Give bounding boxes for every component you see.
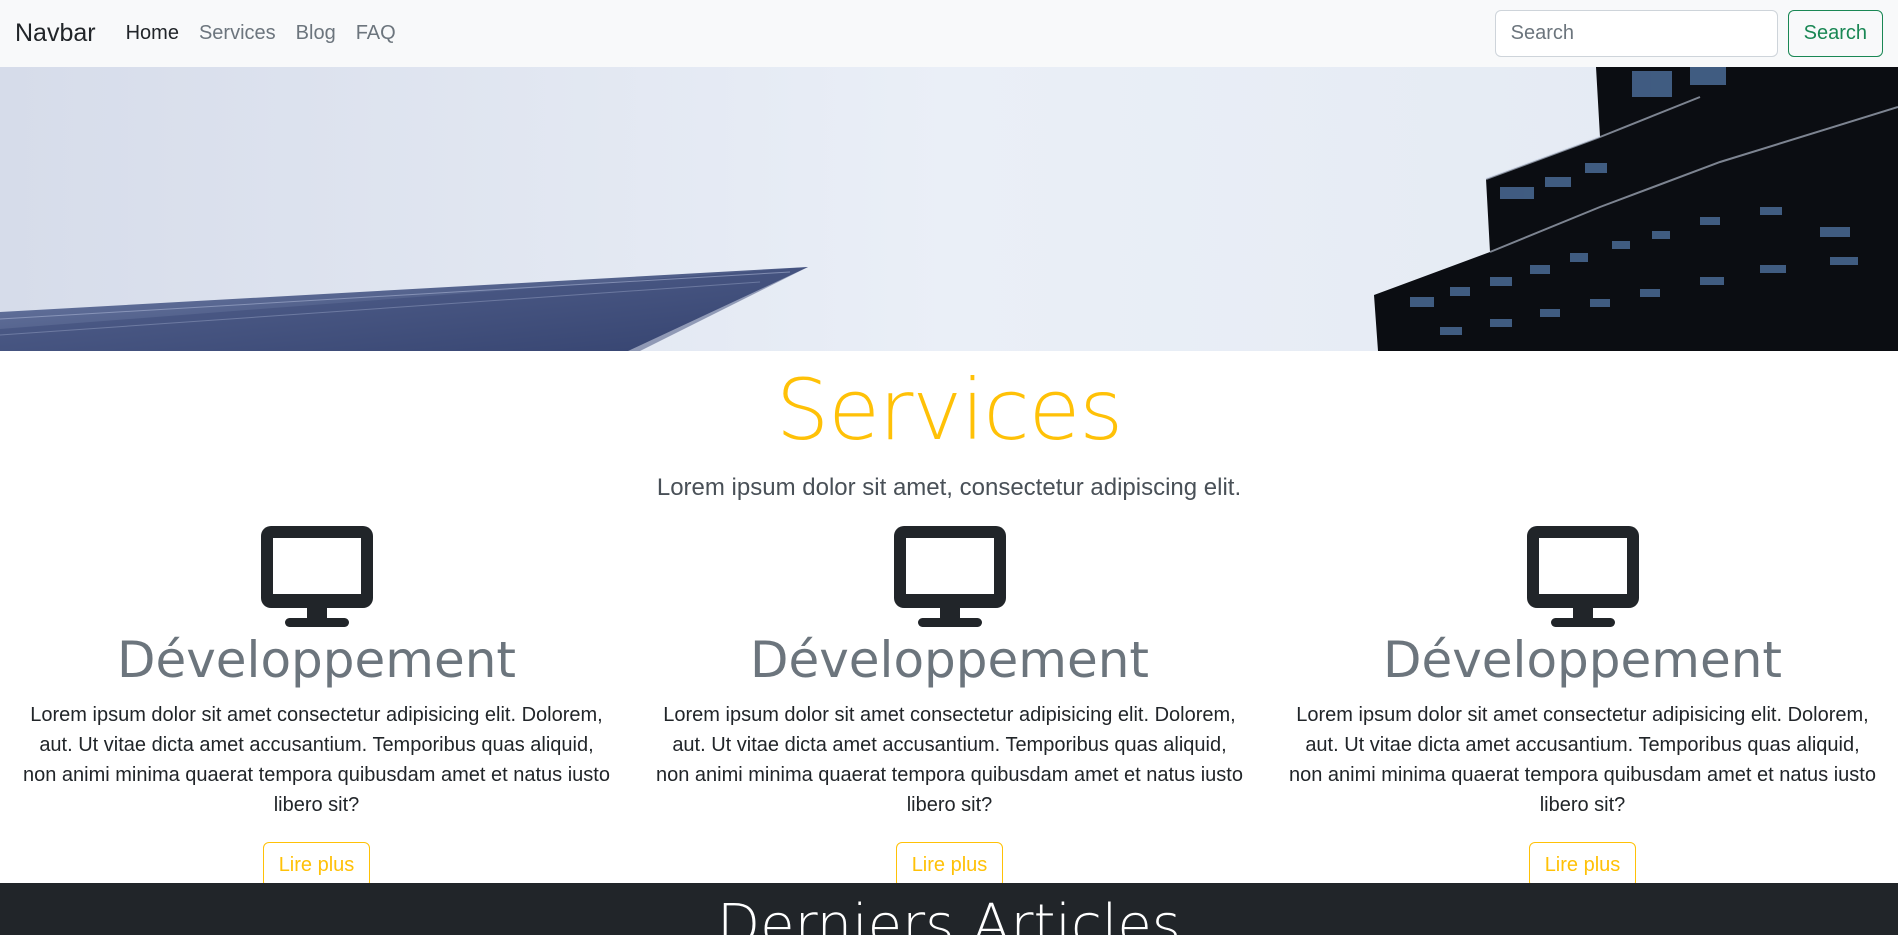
read-more-button[interactable]: Lire plus bbox=[262, 842, 371, 888]
card-text: Lorem ipsum dolor sit amet consectetur a… bbox=[1289, 704, 1876, 816]
navbar-brand[interactable]: Navbar bbox=[15, 19, 96, 48]
monitor-icon bbox=[893, 526, 1006, 627]
card-text: Lorem ipsum dolor sit amet consectetur a… bbox=[23, 704, 610, 816]
read-more-button[interactable]: Lire plus bbox=[1528, 842, 1637, 888]
search-button[interactable]: Search bbox=[1787, 10, 1883, 57]
nav-links: Home Services Blog FAQ bbox=[126, 22, 396, 45]
card-title: Développement bbox=[749, 631, 1150, 689]
service-card: Développement Lorem ipsum dolor sit amet… bbox=[633, 524, 1266, 888]
monitor-icon bbox=[260, 526, 373, 627]
nav-link-faq[interactable]: FAQ bbox=[356, 22, 396, 45]
articles-section: Derniers Articles bbox=[0, 883, 1898, 935]
nav-link-blog[interactable]: Blog bbox=[296, 22, 336, 45]
navbar: Navbar Home Services Blog FAQ Search bbox=[0, 0, 1898, 67]
read-more-button[interactable]: Lire plus bbox=[895, 842, 1004, 888]
services-subtitle: Lorem ipsum dolor sit amet, consectetur … bbox=[656, 474, 1242, 501]
articles-title: Derniers Articles bbox=[717, 893, 1181, 935]
service-card: Développement Lorem ipsum dolor sit amet… bbox=[1266, 524, 1898, 888]
services-title: Services bbox=[775, 361, 1123, 459]
monitor-icon bbox=[1526, 526, 1639, 627]
service-card: Développement Lorem ipsum dolor sit amet… bbox=[0, 524, 633, 888]
nav-link-home[interactable]: Home bbox=[126, 22, 179, 45]
card-title: Développement bbox=[1382, 631, 1783, 689]
card-title: Développement bbox=[116, 631, 517, 689]
card-text: Lorem ipsum dolor sit amet consectetur a… bbox=[656, 704, 1243, 816]
search-input[interactable] bbox=[1494, 10, 1778, 57]
search-form: Search bbox=[1494, 10, 1883, 57]
hero-image bbox=[0, 67, 1898, 351]
nav-link-services[interactable]: Services bbox=[199, 22, 276, 45]
hero-buildings-illustration bbox=[0, 67, 1898, 351]
